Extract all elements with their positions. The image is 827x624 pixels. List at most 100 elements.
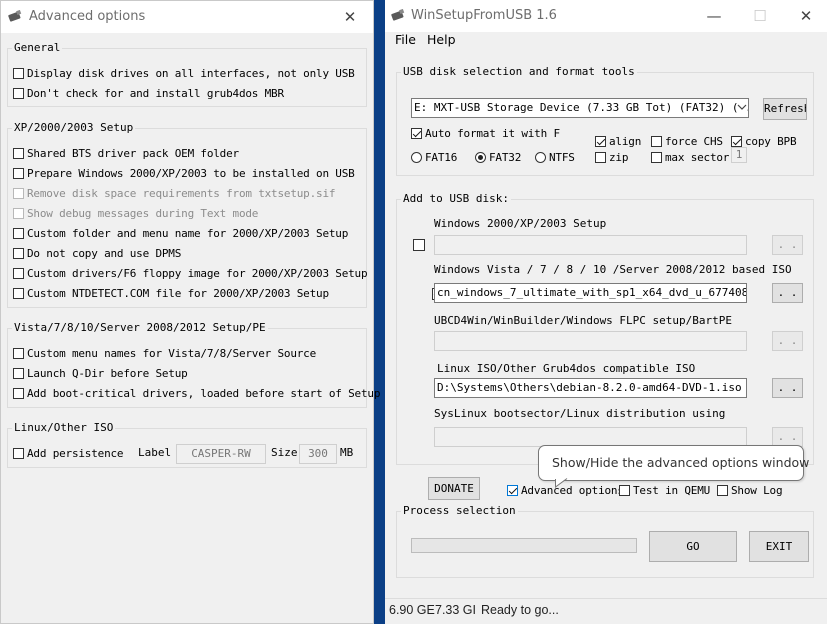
usb-drive-icon xyxy=(8,10,22,22)
persistence-size-field: 300 xyxy=(299,444,337,464)
minimize-button[interactable]: — xyxy=(691,0,737,32)
option-label: Custom menu names for Vista/7/8/Server S… xyxy=(27,346,317,360)
source-label-ubcd: UBCD4Win/WinBuilder/Windows FLPC setup/B… xyxy=(434,314,733,327)
browse-button-vista[interactable]: . . xyxy=(772,283,803,303)
no-grub4dos-mbr-option[interactable]: Don't check for and install grub4dos MBR xyxy=(13,85,284,101)
align-option[interactable]: align xyxy=(595,133,641,149)
browse-button-linux[interactable]: . . xyxy=(772,378,803,398)
checkbox[interactable] xyxy=(13,287,24,299)
radio[interactable] xyxy=(411,151,422,163)
tooltip-text: Show/Hide the advanced options window xyxy=(552,455,810,470)
process-selection-group: Process selection GO EXIT xyxy=(396,504,814,578)
checkbox[interactable] xyxy=(13,87,24,99)
test-qemu-option[interactable]: Test in QEMU xyxy=(619,482,710,498)
add-group-title: Add to USB disk: xyxy=(401,192,511,205)
auto-format-option[interactable]: Auto format it with F xyxy=(411,125,560,141)
browse-button-xp: . . xyxy=(772,235,803,255)
go-button[interactable]: GO xyxy=(649,531,737,562)
source-checkbox-xp[interactable] xyxy=(413,239,425,251)
option-label: Launch Q-Dir before Setup xyxy=(27,366,188,380)
shared-bts-option[interactable]: Shared BTS driver pack OEM folder xyxy=(13,145,239,161)
checkbox[interactable] xyxy=(411,127,422,139)
source-path-linux[interactable]: D:\Systems\Others\debian-8.2.0-amd64-DVD… xyxy=(434,378,747,398)
checkbox[interactable] xyxy=(13,347,24,359)
custom-f6-option[interactable]: Custom drivers/F6 floppy image for 2000/… xyxy=(13,265,368,281)
source-path-vista[interactable]: cn_windows_7_ultimate_with_sp1_x64_dvd_u… xyxy=(434,283,747,303)
progress-bar xyxy=(411,538,637,553)
source-label-xp: Windows 2000/XP/2003 Setup xyxy=(434,217,607,230)
option-label: Advanced options xyxy=(521,483,624,497)
option-label: FAT32 xyxy=(489,150,522,164)
close-button[interactable]: ✕ xyxy=(783,0,827,32)
checkbox[interactable] xyxy=(717,484,728,496)
general-group-title: General xyxy=(12,41,63,54)
max-sector-option[interactable]: max sector xyxy=(651,149,729,165)
checkbox[interactable] xyxy=(651,151,662,163)
custom-folder-option[interactable]: Custom folder and menu name for 2000/XP/… xyxy=(13,225,348,241)
menu-help[interactable]: Help xyxy=(427,32,456,47)
checkbox[interactable] xyxy=(13,387,24,399)
checkbox[interactable] xyxy=(13,267,24,279)
checkbox[interactable] xyxy=(13,147,24,159)
chevron-down-icon[interactable] xyxy=(737,101,747,113)
checkbox xyxy=(13,187,24,199)
menu-file[interactable]: File xyxy=(395,32,416,47)
xp-group-title: XP/2000/2003 Setup xyxy=(12,121,136,134)
option-label: copy BPB xyxy=(745,134,797,148)
advanced-options-toggle[interactable]: Advanced options xyxy=(507,482,624,498)
zip-option[interactable]: zip xyxy=(595,149,628,165)
checkbox[interactable] xyxy=(13,167,24,179)
checkbox[interactable] xyxy=(507,484,518,496)
advanced-titlebar[interactable]: Advanced options ✕ xyxy=(1,1,373,33)
option-label: Test in QEMU xyxy=(633,483,711,497)
disk-select[interactable]: E: MXT-USB Storage Device (7.33 GB Tot) … xyxy=(411,98,749,118)
option-label: align xyxy=(609,134,642,148)
option-label: FAT16 xyxy=(425,150,458,164)
donate-button[interactable]: DONATE xyxy=(428,477,480,500)
add-persistence-option[interactable]: Add persistence xyxy=(13,445,124,461)
checkbox[interactable] xyxy=(619,484,630,496)
checkbox[interactable] xyxy=(595,151,606,163)
option-label: NTFS xyxy=(549,150,575,164)
advanced-close-button[interactable]: ✕ xyxy=(327,1,373,33)
checkbox xyxy=(13,207,24,219)
ntfs-option[interactable]: NTFS xyxy=(535,149,575,165)
maximize-button[interactable]: ☐ xyxy=(737,0,783,32)
main-titlebar[interactable]: WinSetupFromUSB 1.6 — ☐ ✕ xyxy=(385,0,827,32)
fat32-option[interactable]: FAT32 xyxy=(475,149,521,165)
checkbox[interactable] xyxy=(13,247,24,259)
option-label: Don't check for and install grub4dos MBR xyxy=(27,86,284,100)
custom-menu-names-option[interactable]: Custom menu names for Vista/7/8/Server S… xyxy=(13,345,316,361)
checkbox[interactable] xyxy=(13,67,24,79)
prepare-xp-usb-option[interactable]: Prepare Windows 2000/XP/2003 to be insta… xyxy=(13,165,355,181)
custom-ntdetect-option[interactable]: Custom NTDETECT.COM file for 2000/XP/200… xyxy=(13,285,329,301)
boot-critical-drivers-option[interactable]: Add boot-critical drivers, loaded before… xyxy=(13,385,380,401)
option-label: max sector xyxy=(665,150,730,164)
source-label-syslinux: SysLinux bootsector/Linux distribution u… xyxy=(434,407,726,420)
checkbox[interactable] xyxy=(651,135,662,147)
radio[interactable] xyxy=(535,151,546,163)
max-sector-field: 1 xyxy=(731,147,747,163)
force-chs-option[interactable]: force CHS xyxy=(651,133,723,149)
size-unit: MB xyxy=(340,446,354,459)
vista-group-title: Vista/7/8/10/Server 2008/2012 Setup/PE xyxy=(12,321,268,334)
source-label-linux: Linux ISO/Other Grub4dos compatible ISO xyxy=(437,362,696,375)
radio[interactable] xyxy=(475,151,486,163)
launch-qdir-option[interactable]: Launch Q-Dir before Setup xyxy=(13,365,188,381)
advanced-options-tooltip: Show/Hide the advanced options window xyxy=(538,445,809,481)
exit-button[interactable]: EXIT xyxy=(749,531,809,562)
source-path-syslinux xyxy=(434,427,747,447)
display-all-drives-option[interactable]: Display disk drives on all interfaces, n… xyxy=(13,65,355,81)
checkbox[interactable] xyxy=(13,447,24,459)
option-label: Do not copy and use DPMS xyxy=(27,246,182,260)
option-label: Remove disk space requirements from txts… xyxy=(27,186,336,200)
checkbox[interactable] xyxy=(13,227,24,239)
show-log-option[interactable]: Show Log xyxy=(717,482,783,498)
option-label: Shared BTS driver pack OEM folder xyxy=(27,146,239,160)
checkbox[interactable] xyxy=(731,135,742,147)
refresh-button[interactable]: Refresh xyxy=(763,98,807,120)
no-dpms-option[interactable]: Do not copy and use DPMS xyxy=(13,245,181,261)
fat16-option[interactable]: FAT16 xyxy=(411,149,457,165)
checkbox[interactable] xyxy=(13,367,24,379)
checkbox[interactable] xyxy=(595,135,606,147)
